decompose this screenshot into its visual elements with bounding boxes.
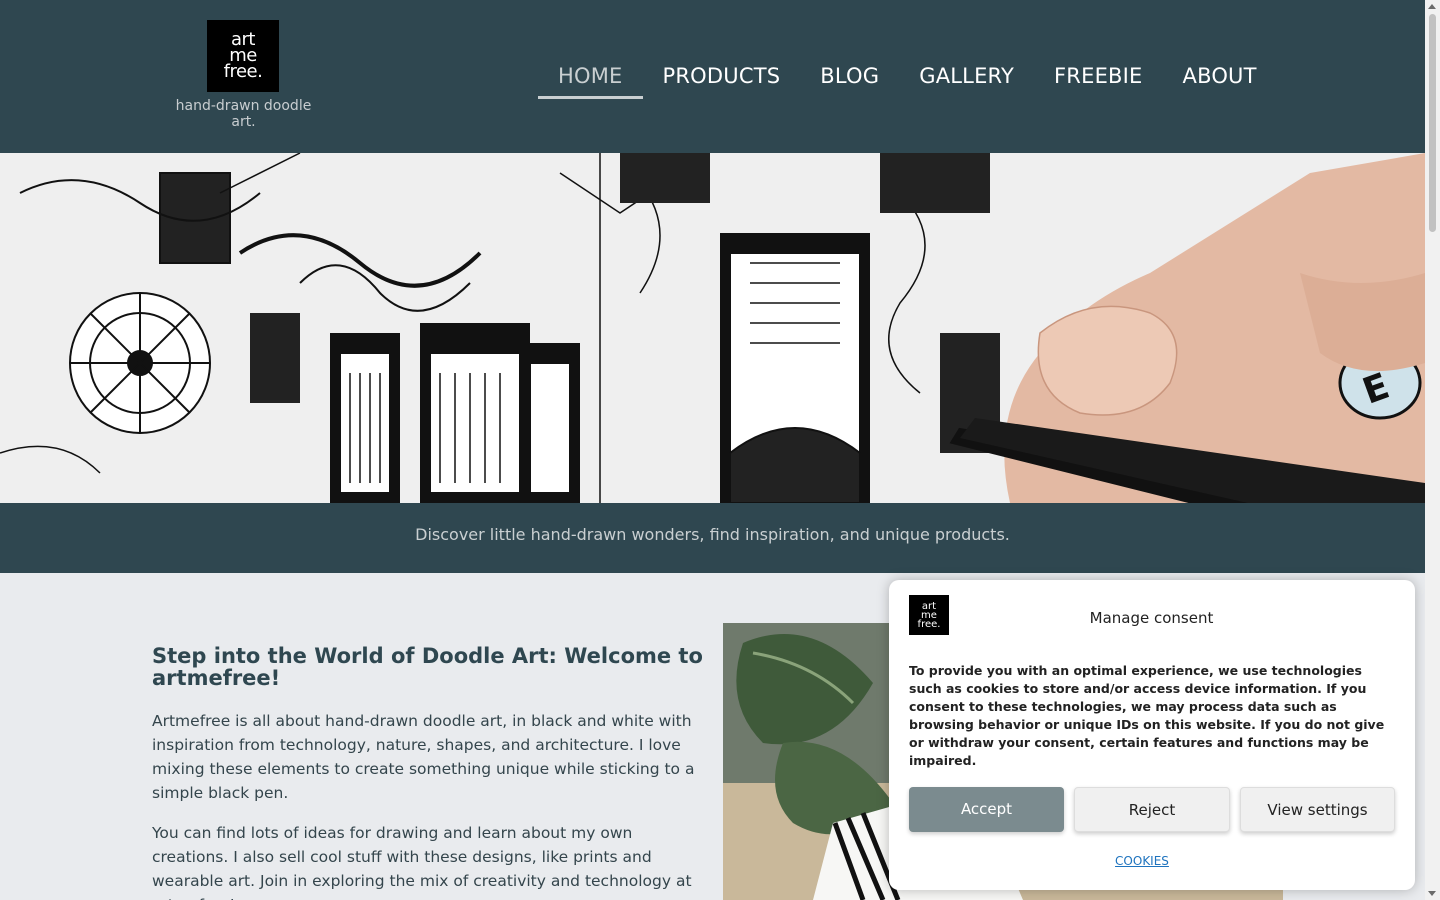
consent-text: To provide you with an optimal experienc… <box>909 663 1385 768</box>
site-header: art me free. hand-drawn doodle art. HOME… <box>0 0 1425 153</box>
page-scrollbar[interactable] <box>1425 0 1440 900</box>
site-logo[interactable]: art me free. <box>207 20 279 92</box>
nav-item-products[interactable]: PRODUCTS <box>643 60 801 98</box>
main-nav: HOME PRODUCTS BLOG GALLERY FREEBIE ABOUT <box>538 60 1277 99</box>
consent-dialog: art me free. Manage consent To provide y… <box>889 580 1415 890</box>
intro-paragraph-1: Artmefree is all about hand-drawn doodle… <box>152 712 695 802</box>
scroll-thumb[interactable] <box>1429 14 1436 232</box>
consent-logo: art me free. <box>909 595 949 635</box>
nav-item-gallery[interactable]: GALLERY <box>899 60 1034 98</box>
cookies-link[interactable]: COOKIES <box>1099 854 1185 868</box>
nav-item-about[interactable]: ABOUT <box>1163 60 1277 98</box>
intro-paragraph-2: You can find lots of ideas for drawing a… <box>152 824 692 900</box>
scroll-up-arrow-icon[interactable] <box>1428 4 1436 9</box>
view-settings-button[interactable]: View settings <box>1240 787 1395 832</box>
site-tagline: hand-drawn doodle art. <box>175 98 312 130</box>
hero-image: E <box>0 153 1425 503</box>
scroll-down-arrow-icon[interactable] <box>1428 891 1436 896</box>
welcome-heading: Step into the World of Doodle Art: Welco… <box>152 644 703 690</box>
nav-item-home[interactable]: HOME <box>538 60 643 99</box>
accept-button[interactable]: Accept <box>909 787 1064 832</box>
reject-button[interactable]: Reject <box>1074 787 1230 832</box>
nav-item-freebie[interactable]: FREEBIE <box>1034 60 1162 98</box>
consent-title: Manage consent <box>1089 609 1214 627</box>
nav-item-blog[interactable]: BLOG <box>800 60 899 98</box>
hero-subtitle: Discover little hand-drawn wonders, find… <box>0 503 1425 573</box>
